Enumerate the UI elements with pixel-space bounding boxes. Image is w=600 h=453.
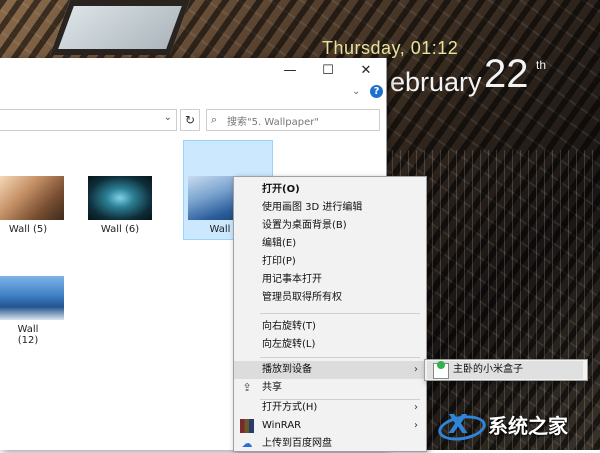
maximize-button[interactable]: ☐	[314, 61, 342, 81]
winrar-icon	[240, 419, 254, 433]
menu-item-open[interactable]: 打开(O)	[234, 181, 426, 199]
menu-item-label: 共享	[262, 382, 282, 393]
watermark-text: 系统之家	[488, 414, 568, 438]
menu-item-label: 设置为桌面背景(B)	[262, 220, 347, 231]
minimize-button[interactable]: —	[276, 61, 304, 81]
menu-item-rotate-right[interactable]: 向右旋转(T)	[234, 318, 426, 336]
clock-date: 22	[484, 52, 529, 96]
menu-item-label: 打开(O)	[262, 184, 300, 195]
baidu-cloud-icon: ☁	[241, 437, 253, 450]
help-icon[interactable]: ?	[370, 85, 383, 98]
file-label: Wall (12)	[17, 324, 39, 346]
menu-item-label: 管理员取得所有权	[262, 292, 342, 303]
search-input[interactable]: ⌕ 搜索"5. Wallpaper"	[206, 109, 380, 131]
search-placeholder: 搜索"5. Wallpaper"	[227, 117, 319, 128]
menu-item-open-with[interactable]: 打开方式(H) ›	[234, 399, 426, 417]
cast-device-submenu: 主卧的小米盒子	[424, 359, 588, 381]
menu-item-share[interactable]: ⇪ 共享	[234, 379, 426, 397]
menu-item-label: 上传到百度网盘	[262, 438, 332, 449]
file-thumbnail	[0, 276, 64, 320]
watermark-logo-icon: X	[432, 406, 488, 444]
clock-month: ebruary	[390, 67, 482, 97]
address-row: ⌄ ↻ ⌕ 搜索"5. Wallpaper"	[0, 109, 386, 131]
context-menu: 打开(O) 使用画图 3D 进行编辑 设置为桌面背景(B) 编辑(E) 打印(P…	[233, 176, 427, 452]
menu-item-set-wallpaper[interactable]: 设置为桌面背景(B)	[234, 217, 426, 235]
search-icon: ⌕	[211, 113, 218, 126]
menu-item-print[interactable]: 打印(P)	[234, 253, 426, 271]
menu-item-winrar[interactable]: WinRAR ›	[234, 417, 426, 435]
share-icon: ⇪	[242, 381, 252, 394]
menu-item-label: 打开方式(H)	[262, 402, 318, 413]
menu-separator	[260, 313, 420, 314]
submenu-item-label: 主卧的小米盒子	[453, 364, 523, 375]
menu-item-label: 播放到设备	[262, 364, 312, 375]
submenu-item-device[interactable]: 主卧的小米盒子	[427, 361, 583, 379]
address-bar[interactable]: ⌄	[0, 109, 177, 131]
menu-item-label: 使用画图 3D 进行编辑	[262, 202, 363, 213]
menu-item-label: WinRAR	[262, 420, 302, 431]
file-thumbnail	[88, 176, 152, 220]
menu-item-label: 用记事本打开	[262, 274, 322, 285]
submenu-arrow-icon: ›	[414, 402, 418, 413]
menu-item-paint3d[interactable]: 使用画图 3D 进行编辑	[234, 199, 426, 217]
menu-item-label: 打印(P)	[262, 256, 296, 267]
address-dropdown-icon[interactable]: ⌄	[164, 112, 172, 123]
device-icon	[433, 361, 449, 379]
menu-item-rotate-left[interactable]: 向左旋转(L)	[234, 336, 426, 354]
submenu-arrow-icon: ›	[414, 420, 418, 431]
file-thumbnail	[0, 176, 64, 220]
refresh-button[interactable]: ↻	[180, 109, 200, 131]
submenu-arrow-icon: ›	[414, 364, 418, 375]
clock-date-suffix: th	[536, 58, 547, 72]
menu-separator	[260, 357, 420, 358]
close-button[interactable]: ✕	[352, 61, 380, 81]
menu-item-edit[interactable]: 编辑(E)	[234, 235, 426, 253]
clock-day-time: Thursday, 01:12	[322, 38, 459, 58]
expand-ribbon-icon[interactable]: ⌄	[352, 86, 360, 97]
menu-item-notepad[interactable]: 用记事本打开	[234, 271, 426, 289]
wallpaper-skylight	[49, 0, 191, 55]
menu-item-take-ownership[interactable]: 管理员取得所有权	[234, 289, 426, 307]
menu-item-cast-to-device[interactable]: 播放到设备 ›	[234, 361, 426, 379]
ribbon-strip: ⌄ ?	[0, 84, 386, 102]
title-bar[interactable]: — ☐ ✕	[0, 58, 386, 84]
watermark: X 系统之家	[432, 402, 594, 444]
menu-item-baidu-upload[interactable]: ☁ 上传到百度网盘	[234, 435, 426, 453]
file-label: Wall (5)	[8, 224, 48, 235]
menu-item-label: 编辑(E)	[262, 238, 297, 249]
menu-item-label: 向右旋转(T)	[262, 321, 316, 332]
file-label: Wall (6)	[100, 224, 140, 235]
menu-item-label: 向左旋转(L)	[262, 339, 316, 350]
